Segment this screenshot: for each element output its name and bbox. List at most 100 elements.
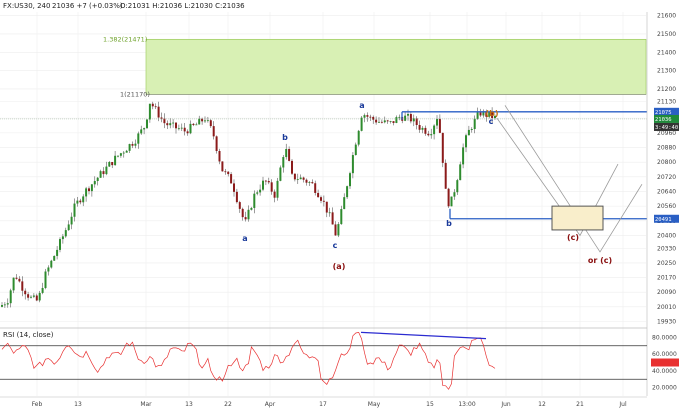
ohlc-label: O:21031 H:21036 L:21030 C:21036 — [120, 2, 245, 10]
wave-label: b — [282, 133, 288, 142]
candle-body — [259, 189, 262, 193]
candle-body — [462, 147, 465, 165]
candle-body — [314, 183, 317, 193]
candle-body — [24, 290, 27, 295]
price-tick-label: 19930 — [657, 319, 676, 326]
candle-body — [117, 155, 119, 157]
candle-body — [47, 267, 50, 272]
candle-body — [343, 197, 346, 210]
candle-body — [398, 116, 401, 118]
price-tick-label: 21500 — [657, 31, 676, 38]
candle-body — [111, 161, 114, 166]
wave-label: (c) — [567, 233, 579, 242]
candle-body — [337, 224, 340, 236]
candle-body — [456, 180, 459, 193]
candle-body — [183, 127, 186, 132]
candle-body — [122, 152, 125, 154]
fib-label: 1.382(21471) — [103, 35, 147, 43]
rsi-tick-label: 80.0000 — [652, 334, 677, 341]
candle-body — [369, 116, 372, 118]
price-tag-label: 21036 — [655, 117, 672, 123]
candle-body — [35, 295, 38, 301]
candle-body — [351, 155, 354, 174]
candle-body — [224, 171, 227, 173]
candle-body — [3, 304, 6, 306]
candle-body — [163, 118, 166, 124]
candle-body — [450, 196, 453, 207]
wave-label: c — [333, 241, 338, 250]
candle-body — [177, 128, 180, 130]
price-tag-label: 21075 — [655, 110, 672, 116]
candle-body — [157, 106, 160, 118]
price-tick-label: 20090 — [657, 289, 676, 296]
candle-body — [125, 150, 128, 153]
candle-body — [395, 117, 398, 123]
candle-body — [288, 148, 291, 161]
candle-body — [279, 167, 282, 181]
time-tick-label: 13 — [185, 401, 193, 408]
candle-body — [27, 294, 30, 298]
candle-body — [160, 117, 163, 119]
candle-body — [383, 120, 386, 123]
candle-body — [166, 123, 169, 126]
candle-body — [360, 117, 363, 131]
candle-body — [82, 196, 85, 203]
candle-body — [30, 296, 32, 298]
candle-body — [230, 174, 233, 184]
price-tick-label: 21400 — [657, 49, 676, 56]
price-tick-label: 20640 — [657, 188, 676, 195]
candle-body — [264, 180, 267, 182]
price-tag-label: 3:49:40 — [655, 125, 678, 131]
candle-body — [186, 131, 189, 134]
candle-body — [221, 161, 224, 172]
wave-label: c — [489, 117, 494, 126]
candle-body — [325, 201, 328, 213]
candle-body — [227, 171, 230, 175]
candle-body — [148, 103, 151, 120]
candle-body — [317, 192, 320, 198]
candle-body — [50, 260, 53, 268]
candle-body — [270, 182, 273, 192]
candle-body — [180, 127, 183, 129]
candle-body — [32, 295, 35, 297]
candle-body — [218, 151, 221, 162]
candle-body — [331, 212, 334, 225]
candle-body — [424, 127, 427, 134]
candle-body — [53, 255, 56, 261]
candle-body — [436, 118, 438, 126]
candle-body — [238, 202, 241, 209]
candle-body — [322, 200, 325, 202]
candle-body — [76, 200, 79, 204]
symbol-label: FX:US30, 240 — [3, 2, 50, 10]
time-tick-label: 13 — [74, 401, 82, 408]
candle-body — [59, 239, 61, 250]
candle-body — [479, 112, 482, 116]
candle-body — [430, 134, 433, 136]
candle-body — [409, 114, 412, 122]
time-tick-label: 21 — [576, 401, 584, 408]
candle-body — [206, 120, 209, 122]
candle-body — [267, 181, 270, 183]
candle-body — [169, 123, 172, 126]
candle-body — [467, 129, 470, 136]
candle-body — [61, 236, 64, 240]
wave-label: (a) — [333, 262, 346, 271]
candle-body — [273, 191, 276, 198]
candle-body — [378, 121, 380, 123]
candle-body — [114, 155, 117, 166]
time-tick-label: 13:00 — [458, 401, 475, 408]
price-tick-label: 20720 — [657, 174, 676, 181]
candle-body — [119, 153, 122, 156]
wave-label: (b) — [485, 109, 498, 118]
candle-body — [340, 209, 343, 225]
candle-body — [328, 212, 331, 214]
candle-body — [282, 157, 285, 168]
candle-body — [204, 120, 206, 122]
candle-body — [453, 192, 456, 197]
candle-body — [441, 132, 444, 163]
price-tick-label: 21200 — [657, 86, 676, 93]
candle-body — [93, 181, 96, 185]
candle-body — [192, 123, 195, 125]
candle-body — [247, 209, 250, 220]
price-tick-label: 21300 — [657, 68, 676, 75]
